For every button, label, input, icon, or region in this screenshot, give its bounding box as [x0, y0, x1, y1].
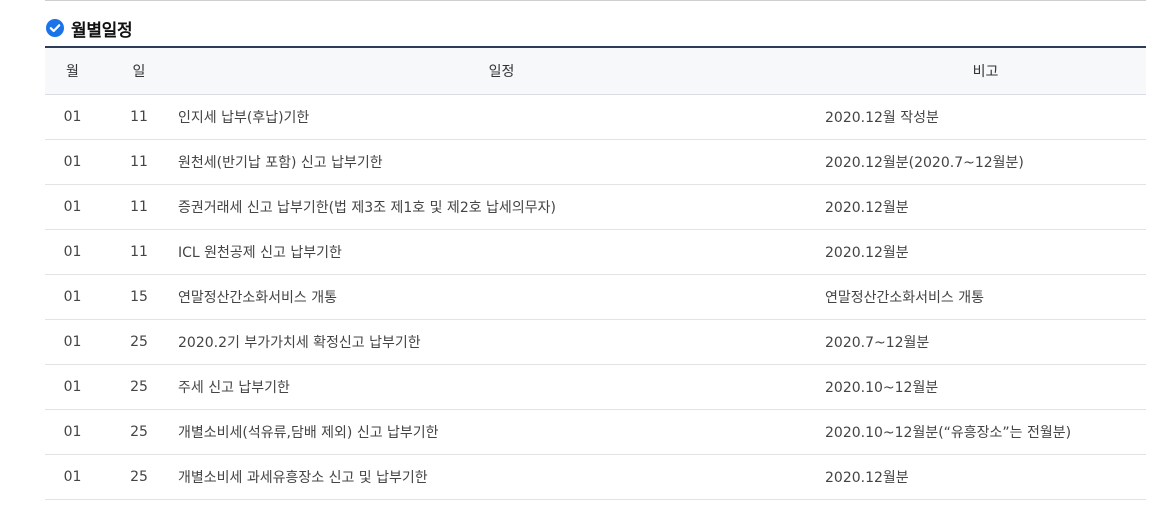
- cell-note: 2020.10~12월분(“유흥장소”는 전월분): [825, 409, 1146, 455]
- cell-note: 2020.7~12월분: [825, 319, 1146, 365]
- section-title: 월별일정: [71, 20, 133, 41]
- cell-event: ICL 원천공제 신고 납부기한: [178, 229, 825, 275]
- header-month: 월: [45, 46, 100, 95]
- cell-note: 2020.10~12월분: [825, 364, 1146, 410]
- cell-month: 01: [45, 409, 100, 455]
- cell-day: 11: [100, 229, 178, 275]
- table-header: 월 일 일정 비고: [45, 46, 1146, 95]
- cell-event: 2020.2기 부가가치세 확정신고 납부기한: [178, 319, 825, 365]
- header-event: 일정: [178, 46, 825, 95]
- header-note: 비고: [825, 46, 1146, 95]
- cell-month: 01: [45, 364, 100, 410]
- cell-event: 연말정산간소화서비스 개통: [178, 274, 825, 320]
- cell-day: 11: [100, 139, 178, 185]
- header-day: 일: [100, 46, 178, 95]
- table-row: 01 11 ICL 원천공제 신고 납부기한 2020.12월분: [45, 229, 1146, 275]
- cell-event: 증권거래세 신고 납부기한(법 제3조 제1호 및 제2호 납세의무자): [178, 184, 825, 230]
- cell-event: 인지세 납부(후납)기한: [178, 94, 825, 140]
- table-row: 01 15 연말정산간소화서비스 개통 연말정산간소화서비스 개통: [45, 274, 1146, 320]
- cell-day: 25: [100, 364, 178, 410]
- cell-note: 2020.12월분: [825, 454, 1146, 500]
- table-row: 01 25 주세 신고 납부기한 2020.10~12월분: [45, 364, 1146, 410]
- cell-event: 개별소비세 과세유흥장소 신고 및 납부기한: [178, 454, 825, 500]
- cell-day: 25: [100, 454, 178, 500]
- monthly-schedule-table: 월 일 일정 비고 01 11 인지세 납부(후납)기한 2020.12월 작성…: [45, 46, 1146, 500]
- cell-day: 11: [100, 184, 178, 230]
- cell-day: 25: [100, 409, 178, 455]
- table-row: 01 11 원천세(반기납 포함) 신고 납부기한 2020.12월분(2020…: [45, 139, 1146, 185]
- cell-note: 2020.12월분: [825, 184, 1146, 230]
- cell-day: 25: [100, 319, 178, 365]
- cell-note: 2020.12월분: [825, 229, 1146, 275]
- cell-month: 01: [45, 139, 100, 185]
- cell-event: 주세 신고 납부기한: [178, 364, 825, 410]
- top-divider: [45, 0, 1146, 1]
- cell-day: 15: [100, 274, 178, 320]
- cell-month: 01: [45, 94, 100, 140]
- table-row: 01 25 개별소비세(석유류,담배 제외) 신고 납부기한 2020.10~1…: [45, 409, 1146, 455]
- cell-event: 개별소비세(석유류,담배 제외) 신고 납부기한: [178, 409, 825, 455]
- cell-month: 01: [45, 319, 100, 365]
- table-row: 01 25 개별소비세 과세유흥장소 신고 및 납부기한 2020.12월분: [45, 454, 1146, 500]
- header-row: 월 일 일정 비고: [45, 46, 1146, 95]
- check-circle-icon: [46, 19, 64, 37]
- table-row: 01 11 인지세 납부(후납)기한 2020.12월 작성분: [45, 94, 1146, 140]
- cell-note: 2020.12월 작성분: [825, 94, 1146, 140]
- cell-month: 01: [45, 229, 100, 275]
- cell-month: 01: [45, 274, 100, 320]
- cell-event: 원천세(반기납 포함) 신고 납부기한: [178, 139, 825, 185]
- section-header: 월별일정: [46, 15, 133, 41]
- table-row: 01 11 증권거래세 신고 납부기한(법 제3조 제1호 및 제2호 납세의무…: [45, 184, 1146, 230]
- cell-note: 2020.12월분(2020.7~12월분): [825, 139, 1146, 185]
- table-row: 01 25 2020.2기 부가가치세 확정신고 납부기한 2020.7~12월…: [45, 319, 1146, 365]
- cell-month: 01: [45, 454, 100, 500]
- table-body: 01 11 인지세 납부(후납)기한 2020.12월 작성분 01 11 원천…: [45, 94, 1146, 500]
- cell-note: 연말정산간소화서비스 개통: [825, 274, 1146, 320]
- cell-month: 01: [45, 184, 100, 230]
- cell-day: 11: [100, 94, 178, 140]
